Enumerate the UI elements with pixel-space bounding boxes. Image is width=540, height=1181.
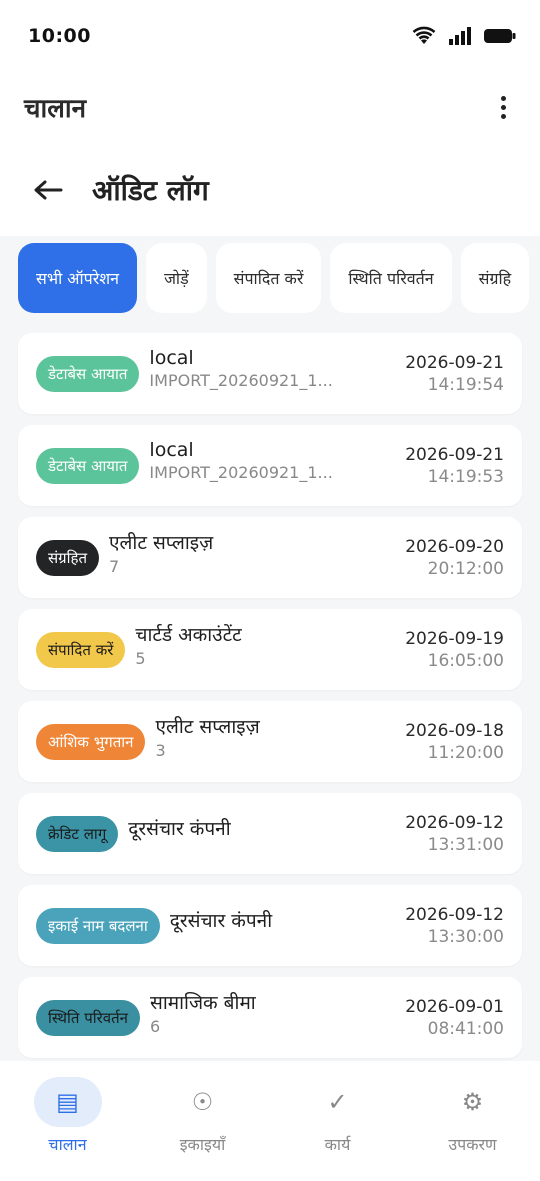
entry-title: local [149, 439, 194, 461]
nav-item-tools[interactable]: ⚙ उपकरण [405, 1077, 540, 1155]
tools-gear-icon: ⚙ [461, 1088, 484, 1116]
nav-item-tasks[interactable]: ✓ कार्य [270, 1077, 405, 1155]
entry-date: 2026-09-12 [405, 904, 504, 925]
filter-chip-add[interactable]: जोड़ें [146, 243, 207, 313]
entry-subtitle: IMPORT_20260921_1... [149, 463, 333, 482]
nav-item-entities[interactable]: ☉ इकाइयाँ [135, 1077, 270, 1155]
entry-subtitle: 6 [149, 1017, 161, 1036]
entry-date: 2026-09-12 [405, 812, 504, 833]
entry-date: 2026-09-21 [405, 352, 504, 373]
entry-title: दूरसंचार कंपनी [128, 817, 231, 840]
entry-time: 08:41:00 [427, 1018, 504, 1039]
list-item[interactable]: डेटाबेस आयात local IMPORT_20260921_1... … [18, 333, 522, 414]
list-item[interactable]: संग्रहित एलीट सप्लाइज़ 7 2026-09-20 20:1… [18, 517, 522, 598]
filter-chip-status-change[interactable]: स्थिति परिवर्तन [330, 243, 452, 313]
entry-time: 16:05:00 [427, 650, 504, 671]
status-badge: इकाई नाम बदलना [36, 907, 160, 944]
wifi-icon [412, 26, 436, 44]
entry-time: 20:12:00 [427, 558, 504, 579]
entry-title: एलीट सप्लाइज़ [109, 532, 214, 554]
signal-icon [449, 27, 471, 45]
status-badge: संपादित करें [36, 631, 126, 668]
entry-title: local [149, 347, 194, 369]
status-badge: संग्रहित [36, 539, 100, 576]
list-item[interactable]: क्रेडिट लागू दूरसंचार कंपनी 2026-09-12 1… [18, 793, 522, 874]
entry-subtitle: 5 [135, 649, 146, 668]
entry-date: 2026-09-18 [405, 720, 504, 741]
app-bar: चालान [0, 72, 540, 142]
entry-subtitle: IMPORT_20260921_1... [149, 371, 333, 390]
entry-title: एलीट सप्लाइज़ [155, 716, 260, 738]
entry-time: 13:30:00 [427, 926, 504, 947]
entry-subtitle: 3 [155, 741, 166, 760]
entry-time: 14:19:53 [427, 466, 504, 487]
filter-chip-all[interactable]: सभी ऑपरेशन [18, 243, 138, 313]
entry-date: 2026-09-21 [405, 444, 504, 465]
filter-chip-edit[interactable]: संपादित करें [215, 243, 322, 313]
list-item[interactable]: आंशिक भुगतान एलीट सप्लाइज़ 3 2026-09-18 … [18, 701, 522, 782]
entry-date: 2026-09-19 [405, 628, 504, 649]
entry-title: सामाजिक बीमा [149, 992, 256, 1014]
list-item[interactable]: डेटाबेस आयात local IMPORT_20260921_1... … [18, 425, 522, 506]
back-arrow-icon[interactable] [30, 172, 66, 208]
nav-label: कार्य [324, 1135, 351, 1154]
entry-time: 13:31:00 [427, 834, 504, 855]
entities-icon: ☉ [191, 1088, 214, 1116]
entry-title: दूरसंचार कंपनी [169, 909, 273, 932]
list-item[interactable]: संपादित करें चार्टर्ड अकाउंटेंट 5 2026-0… [18, 609, 522, 690]
status-bar: 10:00 [0, 0, 540, 72]
entry-date: 2026-09-01 [405, 996, 504, 1017]
entry-time: 11:20:00 [427, 742, 504, 763]
bottom-navigation: ▤ चालान ☉ इकाइयाँ ✓ कार्य ⚙ उपकरण [0, 1061, 540, 1181]
status-badge: क्रेडिट लागू [36, 815, 119, 852]
nav-label: चालान [48, 1135, 87, 1154]
status-badge: डेटाबेस आयात [36, 355, 140, 392]
status-icons [412, 26, 516, 46]
status-badge: स्थिति परिवर्तन [36, 999, 140, 1036]
battery-icon [484, 29, 516, 43]
invoice-list-icon: ▤ [33, 1077, 102, 1127]
nav-item-invoices[interactable]: ▤ चालान [0, 1077, 135, 1155]
nav-label: इकाइयाँ [179, 1135, 226, 1154]
filter-chip-archived[interactable]: संग्रहि [460, 243, 530, 313]
audit-log-content: सभी ऑपरेशन जोड़ें संपादित करें स्थिति पर… [0, 236, 540, 1061]
more-options-icon[interactable] [495, 88, 512, 127]
list-item[interactable]: इकाई नाम बदलना दूरसंचार कंपनी 2026-09-12… [18, 885, 522, 966]
status-badge: डेटाबेस आयात [36, 447, 140, 484]
tasks-check-icon: ✓ [327, 1088, 348, 1116]
app-title: चालान [24, 94, 87, 124]
page-title: ऑडिट लॉग [92, 174, 209, 207]
entry-time: 14:19:54 [427, 374, 504, 395]
page-header: ऑडिट लॉग [0, 142, 540, 238]
list-item[interactable]: स्थिति परिवर्तन सामाजिक बीमा 6 2026-09-0… [18, 977, 522, 1058]
filter-chips: सभी ऑपरेशन जोड़ें संपादित करें स्थिति पर… [0, 236, 540, 313]
entry-title: चार्टर्ड अकाउंटेंट [135, 624, 242, 646]
status-time: 10:00 [28, 25, 91, 47]
status-badge: आंशिक भुगतान [36, 723, 146, 760]
entry-subtitle: 7 [109, 557, 120, 576]
audit-log-list: डेटाबेस आयात local IMPORT_20260921_1... … [0, 313, 540, 1061]
nav-label: उपकरण [448, 1135, 497, 1154]
entry-date: 2026-09-20 [405, 536, 504, 557]
